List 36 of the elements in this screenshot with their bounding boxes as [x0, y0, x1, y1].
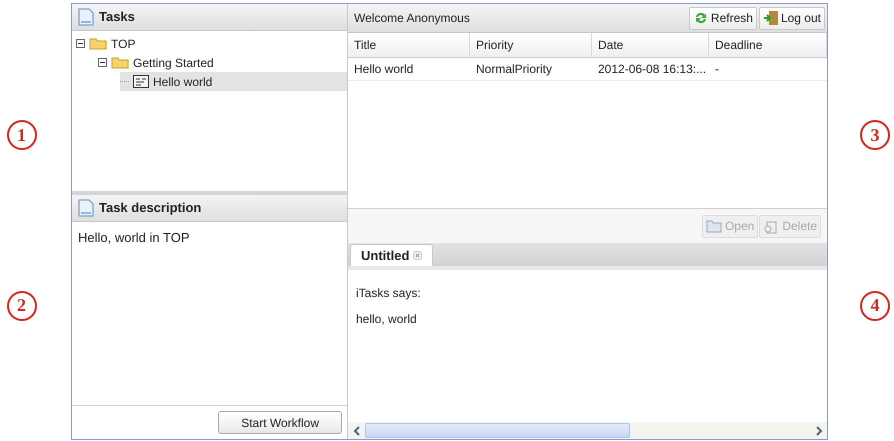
column-header[interactable]: Priority: [470, 33, 592, 57]
welcome-text: Welcome Anonymous: [354, 10, 470, 27]
close-icon[interactable]: [413, 251, 422, 260]
message-text: iTasks says:: [356, 285, 422, 302]
tree-item[interactable]: Getting Started: [98, 53, 347, 72]
table-cell-text: Hello world: [353, 61, 414, 78]
panel-title: Task description: [99, 199, 202, 218]
tree-item[interactable]: Hello world: [120, 72, 347, 91]
description-text: Hello, world in TOP: [78, 230, 190, 245]
panel-title: Tasks: [99, 8, 135, 26]
horizontal-scrollbar[interactable]: [348, 422, 827, 439]
collapse-icon[interactable]: [76, 39, 85, 48]
tree-item[interactable]: TOP: [76, 34, 347, 53]
table-cell-text: NormalPriority: [475, 61, 554, 78]
log-out-button[interactable]: Log out: [758, 6, 825, 30]
callout-number: 1: [6, 120, 36, 150]
column-header[interactable]: Date: [592, 33, 709, 57]
table-cell-text: -: [714, 61, 720, 78]
folder-icon: [89, 37, 107, 50]
start-workflow-button[interactable]: Start Workflow: [218, 411, 342, 434]
form-icon: [133, 75, 149, 88]
folder-icon: [706, 219, 722, 233]
document-icon: [78, 199, 94, 217]
column-header[interactable]: Deadline: [709, 33, 827, 57]
tab[interactable]: Untitled: [350, 244, 434, 266]
door-icon: [762, 10, 779, 26]
table-cell-text: 2012-06-08 16:13:...: [597, 61, 708, 78]
refresh-button[interactable]: Refresh: [688, 6, 757, 30]
message-text: hello, world: [356, 311, 418, 328]
document-icon: [78, 8, 94, 26]
folder-icon: [111, 56, 129, 69]
callout-number: 4: [860, 290, 890, 321]
collapse-icon[interactable]: [98, 58, 107, 67]
callout-number: 3: [860, 120, 890, 150]
callout-number: 2: [6, 290, 36, 321]
column-header[interactable]: Title: [348, 33, 470, 57]
